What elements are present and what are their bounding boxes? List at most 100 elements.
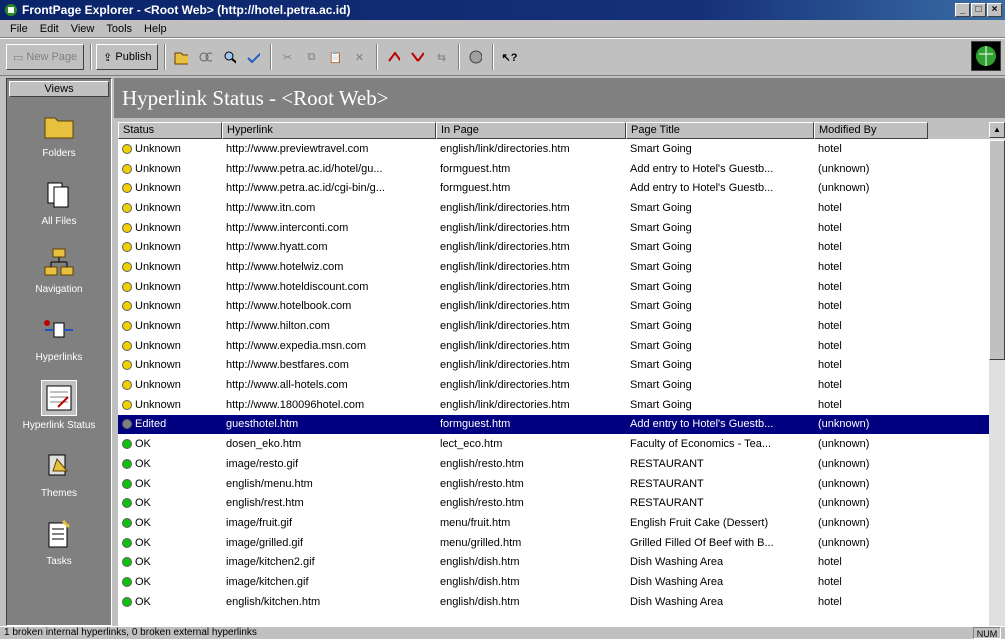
status-dot-icon	[122, 143, 132, 154]
scroll-up-arrow-icon[interactable]: ▲	[989, 122, 1005, 138]
close-button[interactable]: ×	[987, 3, 1002, 17]
delete-icon[interactable]: ✕	[348, 46, 370, 68]
table-row[interactable]: Unknown http://www.interconti.com english/…	[118, 218, 1005, 238]
table-row[interactable]: Unknown http://www.hotelbook.com english/l…	[118, 297, 1005, 317]
cell-status: OK	[118, 556, 222, 568]
table-row[interactable]: Unknown http://www.bestfares.com english/l…	[118, 356, 1005, 376]
table-row[interactable]: Edited guesthotel.htm formguest.htm Add ent…	[118, 414, 1005, 435]
paste-icon[interactable]: 📋	[324, 46, 346, 68]
column-header-hyperlink[interactable]: Hyperlink	[222, 122, 436, 139]
navigation-icon	[41, 244, 77, 280]
hyperlinks-inside-icon[interactable]	[406, 46, 428, 68]
cross-file-icon[interactable]	[194, 46, 216, 68]
table-row[interactable]: Unknown http://www.all-hotels.com english/…	[118, 375, 1005, 395]
cell-in-page: formguest.htm	[440, 182, 511, 195]
cell-in-page: english/link/directories.htm	[440, 359, 570, 372]
cell-hyperlink: image/fruit.gif	[226, 516, 293, 529]
find-icon[interactable]	[218, 46, 240, 68]
table-row[interactable]: Unknown http://www.previewtravel.com engli…	[118, 139, 1005, 159]
cell-modified-by: hotel	[818, 280, 842, 293]
column-header-in-page[interactable]: In Page	[436, 122, 626, 139]
repeated-hyperlinks-icon[interactable]: ⇆	[430, 46, 452, 68]
table-row[interactable]: Unknown http://www.hotelwiz.com english/li…	[118, 257, 1005, 277]
cell-in-page: english/dish.htm	[440, 575, 520, 588]
hyperlink-icon[interactable]	[382, 46, 404, 68]
view-themes[interactable]: Themes	[7, 439, 111, 507]
cell-page-title: Smart Going	[630, 398, 692, 411]
view-tasks[interactable]: Tasks	[7, 507, 111, 575]
table-row[interactable]: OK image/kitchen.gif english/dish.htm Dish …	[118, 572, 1005, 592]
new-page-button[interactable]: ▭ New Page	[6, 44, 85, 70]
status-text: 1 broken internal hyperlinks, 0 broken e…	[4, 627, 257, 638]
status-dot-icon	[122, 478, 132, 489]
cell-hyperlink: image/kitchen2.gif	[226, 556, 315, 569]
open-folder-icon[interactable]	[170, 46, 192, 68]
table-row[interactable]: Unknown http://www.expedia.msn.com english…	[118, 336, 1005, 356]
view-hyperlink-status[interactable]: Hyperlink Status	[7, 371, 111, 439]
view-navigation[interactable]: Navigation	[7, 235, 111, 303]
cell-in-page: english/link/directories.htm	[440, 221, 570, 234]
cell-hyperlink: english/menu.htm	[226, 477, 313, 490]
status-dot-icon	[122, 163, 132, 174]
table-row[interactable]: Unknown http://www.petra.ac.id/hotel/gu..…	[118, 159, 1005, 179]
scroll-thumb[interactable]	[989, 140, 1005, 360]
spelling-icon[interactable]	[242, 46, 264, 68]
cell-in-page: english/resto.htm	[440, 497, 524, 510]
table-row[interactable]: OK image/fruit.gif menu/fruit.htm English F…	[118, 513, 1005, 533]
cell-status: Edited	[118, 418, 222, 430]
menu-edit[interactable]: Edit	[34, 23, 65, 35]
table-row[interactable]: Unknown http://www.180096hotel.com english…	[118, 395, 1005, 415]
view-hyperlinks[interactable]: Hyperlinks	[7, 303, 111, 371]
status-dot-icon	[122, 360, 132, 371]
status-dot-icon	[122, 537, 132, 548]
cell-status: Unknown	[118, 281, 222, 293]
view-folders[interactable]: Folders	[7, 99, 111, 167]
maximize-button[interactable]: □	[971, 3, 986, 17]
table-row[interactable]: OK english/rest.htm english/resto.htm RESTA…	[118, 493, 1005, 513]
table-row[interactable]: OK image/grilled.gif menu/grilled.htm Grill…	[118, 533, 1005, 553]
view-all-files[interactable]: All Files	[7, 167, 111, 235]
table-row[interactable]: OK image/resto.gif english/resto.htm RESTAU…	[118, 454, 1005, 474]
status-dot-icon	[122, 517, 132, 528]
column-header-modified-by[interactable]: Modified By	[814, 122, 928, 139]
cell-in-page: formguest.htm	[440, 162, 511, 175]
frontpage-globe-icon	[971, 41, 1001, 71]
vertical-scrollbar[interactable]: ▲	[989, 122, 1005, 626]
cell-hyperlink: image/resto.gif	[226, 457, 299, 470]
cell-modified-by: hotel	[818, 300, 842, 313]
status-dot-icon	[122, 321, 132, 332]
table-row[interactable]: OK image/kitchen2.gif english/dish.htm Dish…	[118, 552, 1005, 572]
cut-icon[interactable]: ✂	[276, 46, 298, 68]
menu-view[interactable]: View	[65, 23, 101, 35]
cell-page-title: Add entry to Hotel's Guestb...	[630, 182, 774, 195]
menu-file[interactable]: File	[4, 23, 34, 35]
cell-status: Unknown	[118, 340, 222, 352]
table-row[interactable]: OK english/kitchen.htm english/dish.htm Dis…	[118, 592, 1005, 612]
cell-in-page: english/link/directories.htm	[440, 320, 570, 333]
minimize-button[interactable]: _	[955, 3, 970, 17]
cell-in-page: formguest.htm	[440, 418, 511, 431]
help-icon[interactable]: ↖?	[498, 46, 520, 68]
table-row[interactable]: Unknown http://www.hoteldiscount.com engli…	[118, 277, 1005, 297]
table-row[interactable]: Unknown http://www.hilton.com english/link…	[118, 316, 1005, 336]
cell-in-page: english/link/directories.htm	[440, 300, 570, 313]
copy-icon[interactable]: ⧉	[300, 46, 322, 68]
publish-button[interactable]: ⇪ Publish	[96, 44, 159, 70]
table-row[interactable]: Unknown http://www.petra.ac.id/cgi-bin/g.…	[118, 178, 1005, 198]
table-row[interactable]: OK dosen_eko.htm lect_eco.htm Faculty of Ec…	[118, 434, 1005, 454]
cell-hyperlink: http://www.hotelbook.com	[226, 300, 352, 313]
cell-page-title: English Fruit Cake (Dessert)	[630, 516, 769, 529]
cell-modified-by: hotel	[818, 398, 842, 411]
table-row[interactable]: OK english/menu.htm english/resto.htm RESTA…	[118, 474, 1005, 494]
cell-page-title: Dish Washing Area	[630, 556, 724, 569]
column-header-status[interactable]: Status	[118, 122, 222, 139]
table-row[interactable]: Unknown http://www.hyatt.com english/link/…	[118, 237, 1005, 257]
menu-help[interactable]: Help	[138, 23, 173, 35]
cell-hyperlink: http://www.all-hotels.com	[226, 379, 348, 392]
column-header-page-title[interactable]: Page Title	[626, 122, 814, 139]
stop-icon[interactable]	[464, 46, 486, 68]
toolbar-separator	[270, 44, 273, 70]
table-row[interactable]: Unknown http://www.itn.com english/link/di…	[118, 198, 1005, 218]
cell-modified-by: hotel	[818, 221, 842, 234]
menu-tools[interactable]: Tools	[100, 23, 138, 35]
